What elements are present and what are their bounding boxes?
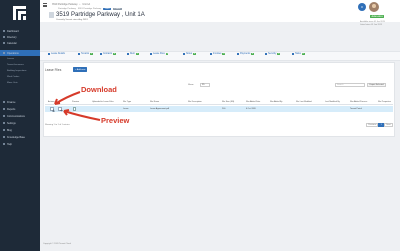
preview-annotation: Preview — [101, 116, 130, 125]
download-arrow — [54, 91, 81, 105]
footer-copyright: Copyright © 2020 Tenant Cloud — [43, 243, 71, 245]
download-annotation: Download — [81, 85, 117, 94]
annotation-arrows — [54, 91, 101, 121]
preview-arrow — [63, 110, 101, 121]
